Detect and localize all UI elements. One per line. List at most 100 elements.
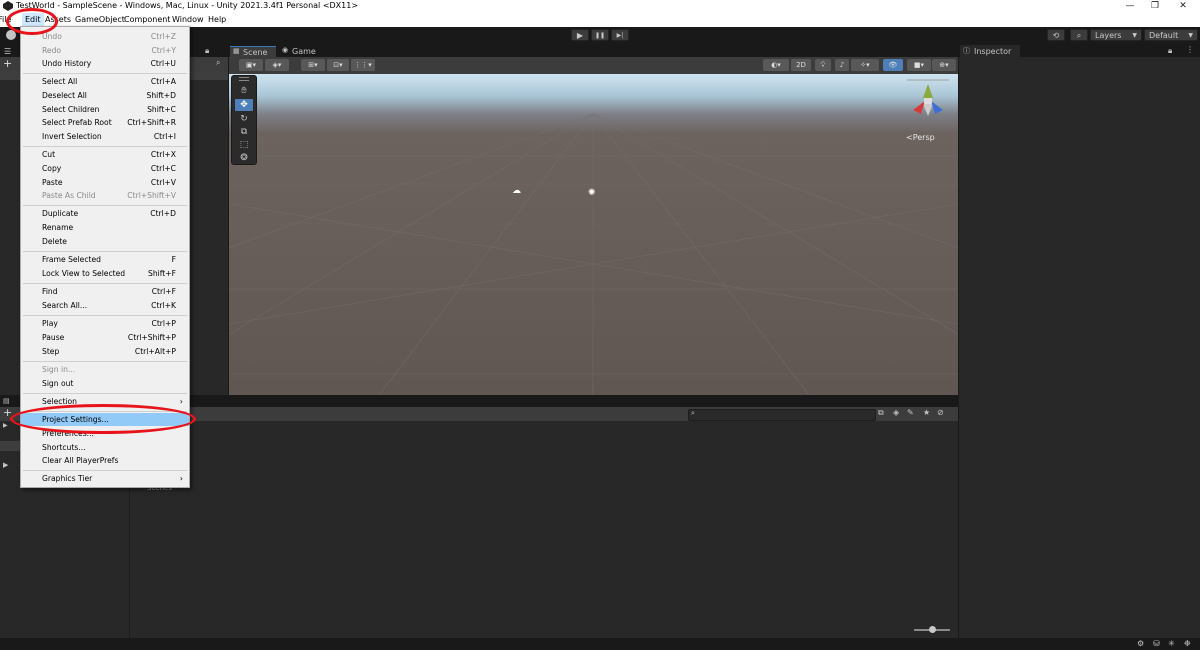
hand-tool-icon[interactable]: ✋︎ xyxy=(235,85,253,97)
menu-item-select-all[interactable]: Select All Ctrl+A xyxy=(21,75,189,88)
chevron-right-icon: › xyxy=(179,397,183,406)
hidden-packages-icon[interactable]: ⊘ xyxy=(937,408,944,417)
menu-item-shortcut: Ctrl+V xyxy=(150,178,176,187)
search-by-type-icon[interactable]: ⧉ xyxy=(878,408,884,418)
search-by-label-icon[interactable]: ◈ xyxy=(893,408,899,417)
scale-tool-icon[interactable]: ⧉ xyxy=(235,126,253,138)
tag-icon[interactable]: ✎ xyxy=(907,408,914,417)
audio-icon[interactable]: ♪ xyxy=(835,59,849,71)
maximize-button[interactable]: ❐ xyxy=(1140,0,1170,13)
assets-folder-row[interactable] xyxy=(0,441,20,451)
progress-icon[interactable]: ✳ xyxy=(1168,639,1175,648)
menu-item-undo-history[interactable]: Undo History Ctrl+U xyxy=(21,57,189,70)
lighting-icon[interactable]: 💡︎ xyxy=(815,59,831,71)
menu-component[interactable]: Component xyxy=(121,13,173,27)
menu-item-rename[interactable]: Rename xyxy=(21,221,189,234)
tab-inspector[interactable]: ⓘ Inspector xyxy=(960,45,1020,57)
favorites-icon[interactable]: ★ xyxy=(923,408,930,417)
play-button[interactable]: ▶ xyxy=(571,29,589,41)
menu-item-label: Duplicate xyxy=(42,209,79,218)
menu-window[interactable]: Window xyxy=(169,13,207,27)
menu-item-search-all[interactable]: Search All... Ctrl+K xyxy=(21,299,189,312)
menu-item-play[interactable]: Play Ctrl+P xyxy=(21,317,189,330)
menu-item-label: Copy xyxy=(42,164,62,173)
menu-item-sign-out[interactable]: Sign out xyxy=(21,377,189,390)
diagnostics-icon[interactable]: ⚙ xyxy=(1137,639,1144,648)
menu-item-clear-playerprefs[interactable]: Clear All PlayerPrefs xyxy=(21,454,189,467)
menu-item-frame-selected[interactable]: Frame Selected F xyxy=(21,253,189,266)
menu-item-select-children[interactable]: Select Children Shift+C xyxy=(21,103,189,116)
menu-gameobject[interactable]: GameObject xyxy=(72,13,128,27)
menu-item-sign-in[interactable]: Sign in... xyxy=(21,363,189,376)
menu-item-graphics-tier[interactable]: Graphics Tier › xyxy=(21,472,189,485)
menu-item-redo[interactable]: Redo Ctrl+Y xyxy=(21,44,189,57)
cache-icon[interactable]: ⛁ xyxy=(1153,639,1160,648)
menu-item-invert-selection[interactable]: Invert Selection Ctrl+I xyxy=(21,130,189,143)
grid-snap-dropdown[interactable]: ⊞▾ xyxy=(301,59,325,71)
layout-dropdown[interactable]: Default ▼ xyxy=(1144,29,1198,41)
search-icon[interactable]: ⌕ xyxy=(1070,29,1088,41)
light-gizmo-icon[interactable]: ✺ xyxy=(588,188,596,198)
lock-icon[interactable]: 🔒︎ xyxy=(205,46,209,56)
menu-item-deselect-all[interactable]: Deselect All Shift+D xyxy=(21,89,189,102)
menu-item-paste[interactable]: Paste Ctrl+V xyxy=(21,176,189,189)
pause-button[interactable]: ❚❚ xyxy=(591,29,609,41)
menu-item-select-prefab-root[interactable]: Select Prefab Root Ctrl+Shift+R xyxy=(21,116,189,129)
gizmos-dropdown[interactable]: ⊕▾ xyxy=(932,59,956,71)
camera-gizmo-icon[interactable]: ☁ xyxy=(512,186,521,196)
inspector-tab-label: Inspector xyxy=(974,47,1012,56)
menu-item-paste-as-child[interactable]: Paste As Child Ctrl+Shift+V xyxy=(21,189,189,202)
search-icon[interactable]: ⌕ xyxy=(216,58,220,68)
add-icon[interactable]: + xyxy=(3,57,12,70)
perspective-label[interactable]: <Persp xyxy=(906,133,935,142)
tree-expand-icon[interactable]: ▶ xyxy=(3,422,8,429)
effects-dropdown[interactable]: ✧▾ xyxy=(851,59,879,71)
menu-item-duplicate[interactable]: Duplicate Ctrl+D xyxy=(21,207,189,220)
zoom-slider[interactable] xyxy=(914,626,950,633)
layers-dropdown[interactable]: Layers ▼ xyxy=(1090,29,1142,41)
orientation-gizmo-icon[interactable] xyxy=(903,76,953,126)
menu-item-delete[interactable]: Delete xyxy=(21,235,189,248)
mode-2d-button[interactable]: 2D xyxy=(791,59,811,71)
close-button[interactable]: ✕ xyxy=(1168,0,1198,13)
menu-item-copy[interactable]: Copy Ctrl+C xyxy=(21,162,189,175)
rect-tool-icon[interactable]: ⬚ xyxy=(235,139,253,151)
menu-separator xyxy=(23,73,187,74)
menu-item-pause[interactable]: Pause Ctrl+Shift+P xyxy=(21,331,189,344)
orientation-dropdown[interactable]: ◐▾ xyxy=(763,59,789,71)
hidden-objects-icon[interactable]: 👁︎ xyxy=(883,59,903,71)
move-tool-icon[interactable]: ✥ xyxy=(235,99,253,111)
menu-item-label: Play xyxy=(42,319,58,328)
menu-item-label: Find xyxy=(42,287,58,296)
transform-tool-icon[interactable]: ❂ xyxy=(235,152,253,164)
menu-item-label: Sign in... xyxy=(42,365,76,374)
drag-handle-icon[interactable] xyxy=(239,77,249,81)
packages-folder-icon[interactable]: ▶ xyxy=(3,461,8,469)
tab-game[interactable]: ◉ Game xyxy=(280,46,320,57)
menu-help[interactable]: Help xyxy=(205,13,229,27)
menu-item-shortcut: F xyxy=(171,255,176,264)
lock-icon[interactable]: 🔒︎ xyxy=(1168,46,1172,56)
menu-item-label: Redo xyxy=(42,46,62,55)
rotate-tool-icon[interactable]: ↻ xyxy=(235,113,253,125)
menu-item-lock-view[interactable]: Lock View to Selected Shift+F xyxy=(21,267,189,280)
menu-item-step[interactable]: Step Ctrl+Alt+P xyxy=(21,345,189,358)
zoom-slider-thumb[interactable] xyxy=(929,626,936,633)
scene-viewport[interactable]: ☁ ✺ <Persp xyxy=(229,74,958,395)
grid-dropdown[interactable]: ⊡▾ xyxy=(327,59,349,71)
window-title: TestWorld - SampleScene - Windows, Mac, … xyxy=(16,1,359,10)
menu-item-shortcuts[interactable]: Shortcuts... xyxy=(21,441,189,454)
undo-history-icon[interactable]: ⟲ xyxy=(1047,29,1065,41)
menu-item-cut[interactable]: Cut Ctrl+X xyxy=(21,148,189,161)
project-search-input[interactable]: ⌕ xyxy=(688,409,876,421)
camera-dropdown[interactable]: ■▾ xyxy=(907,59,931,71)
inspector-panel xyxy=(959,45,1200,638)
increment-snap-dropdown[interactable]: ⋮⋮▾ xyxy=(351,59,375,71)
more-options-icon[interactable]: ⋮ xyxy=(1186,45,1194,54)
step-button[interactable]: ▶| xyxy=(611,29,629,41)
menu-item-find[interactable]: Find Ctrl+F xyxy=(21,285,189,298)
render-mode-dropdown[interactable]: ◈▾ xyxy=(265,59,289,71)
auto-generate-icon[interactable]: ❉ xyxy=(1184,639,1191,648)
draw-mode-dropdown[interactable]: ▣▾ xyxy=(239,59,263,71)
menu-item-label: Deselect All xyxy=(42,91,87,100)
